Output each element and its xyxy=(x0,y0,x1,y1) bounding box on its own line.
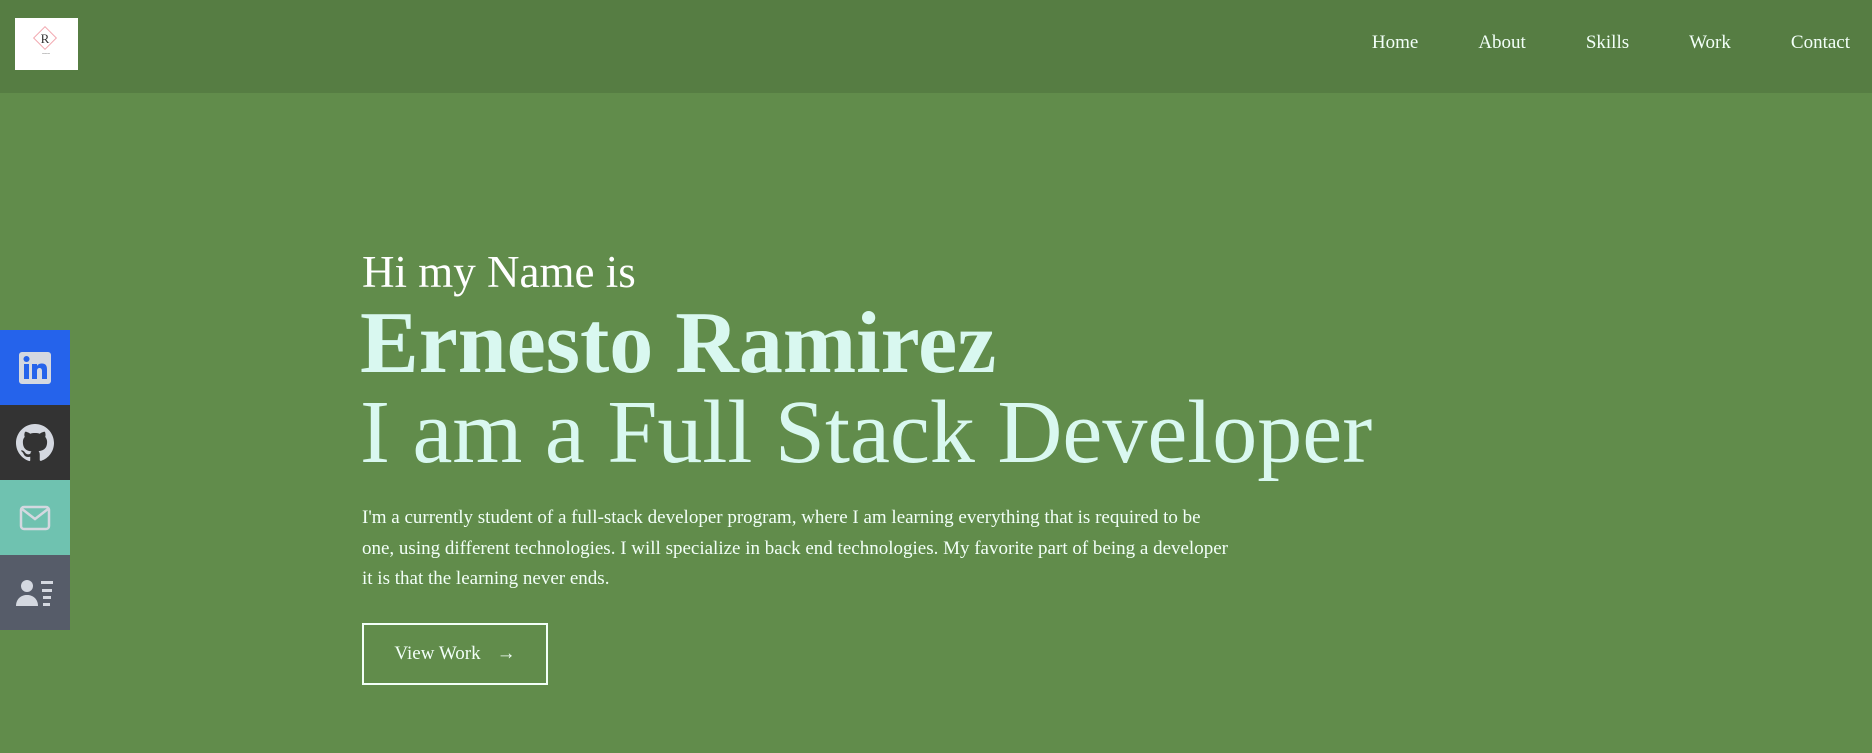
hero-description: I'm a currently student of a full-stack … xyxy=(362,507,1228,589)
nav-home[interactable]: Home xyxy=(1372,32,1418,54)
mail-icon xyxy=(19,505,51,530)
hero-role: I am a Full Stack Developer xyxy=(360,383,1373,482)
resume-link[interactable] xyxy=(0,555,70,630)
hero-name: Ernesto Ramirez xyxy=(360,295,997,392)
nav-about[interactable]: About xyxy=(1478,32,1526,54)
header: R ~~~ Home About Skills Work Contact xyxy=(0,0,1872,93)
resume-icon xyxy=(16,579,53,606)
nav-skills[interactable]: Skills xyxy=(1586,32,1629,54)
arrow-right-icon: → xyxy=(496,643,516,664)
svg-text:~~~: ~~~ xyxy=(42,52,50,57)
email-link[interactable] xyxy=(0,480,70,555)
view-work-button[interactable]: View Work → xyxy=(362,623,548,685)
logo[interactable]: R ~~~ xyxy=(15,18,78,70)
svg-text:R: R xyxy=(41,31,50,46)
linkedin-icon xyxy=(19,351,51,384)
linkedin-link[interactable] xyxy=(0,330,70,405)
nav-contact[interactable]: Contact xyxy=(1791,32,1850,54)
view-work-label: View Work xyxy=(394,643,481,664)
main-nav: Home About Skills Work Contact xyxy=(1312,32,1850,54)
github-icon xyxy=(16,423,54,461)
github-link[interactable] xyxy=(0,405,70,480)
hero-greeting: Hi my Name is xyxy=(362,247,636,297)
nav-work[interactable]: Work xyxy=(1689,32,1731,54)
